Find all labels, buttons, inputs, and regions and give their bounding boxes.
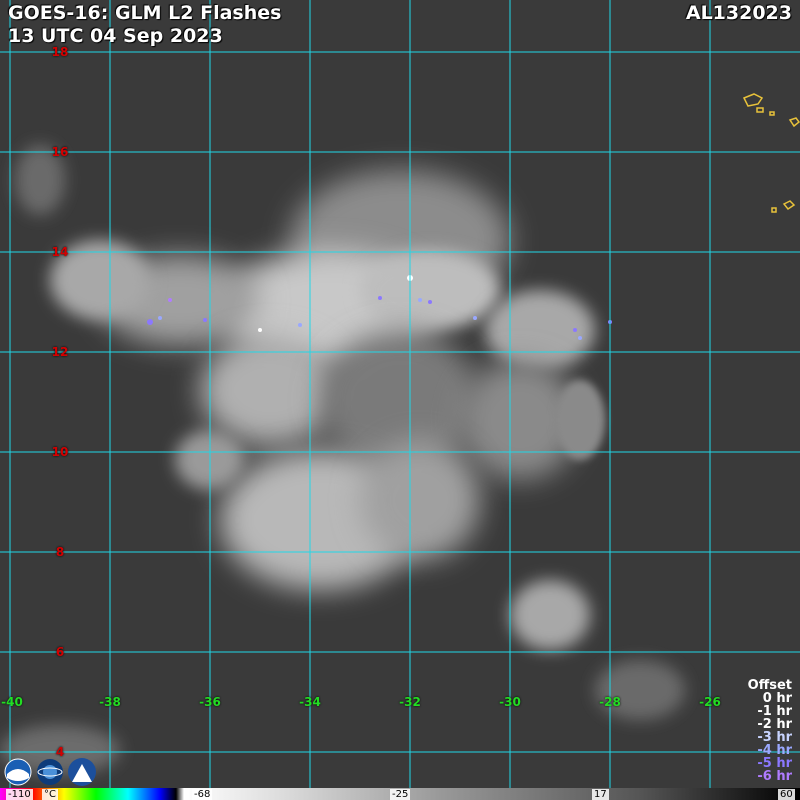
storm-id: AL132023 — [685, 2, 792, 24]
offset-legend: Offset 0 hr -1 hr -2 hr -3 hr -4 hr -5 h… — [748, 679, 792, 783]
lon-label: -40 — [1, 695, 23, 709]
lat-label: 6 — [55, 645, 65, 659]
lon-label: -32 — [399, 695, 421, 709]
cira-logo-icon — [68, 758, 96, 786]
colorbar-label: -110 — [6, 789, 33, 800]
legend-item: -6 hr — [757, 769, 792, 784]
nesdis-logo-icon — [37, 759, 63, 785]
noaa-logo-icon — [4, 758, 32, 786]
lat-label: 12 — [51, 345, 69, 359]
lat-label: 10 — [51, 445, 69, 459]
lat-label: 18 — [51, 45, 69, 59]
colorbar-label: -68 — [192, 789, 213, 800]
lon-label: -36 — [199, 695, 221, 709]
lat-label: 8 — [55, 545, 65, 559]
colorbar-label: 17 — [592, 789, 609, 800]
lat-label: 4 — [55, 745, 65, 759]
colorbar-unit: °C — [42, 789, 58, 800]
lon-label: -26 — [699, 695, 721, 709]
lon-label: -38 — [99, 695, 121, 709]
lon-label: -30 — [499, 695, 521, 709]
satellite-map — [0, 0, 800, 800]
colorbar-label: -25 — [390, 789, 411, 800]
lon-label: -28 — [599, 695, 621, 709]
colorbar-label: 60 — [778, 789, 795, 800]
timestamp: 13 UTC 04 Sep 2023 — [8, 25, 223, 47]
lon-label: -34 — [299, 695, 321, 709]
lat-label: 16 — [51, 145, 69, 159]
agency-logos — [4, 758, 96, 788]
product-title: GOES-16: GLM L2 Flashes — [8, 2, 282, 24]
lat-label: 14 — [51, 245, 69, 259]
